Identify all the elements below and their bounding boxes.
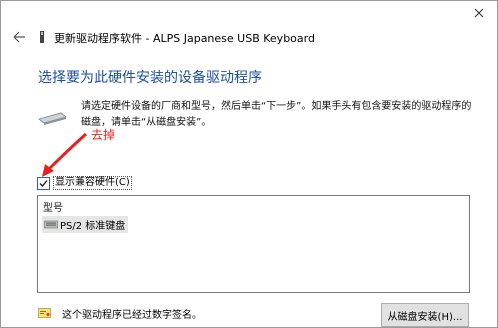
have-disk-button[interactable]: 从磁盘安装(H)... bbox=[381, 303, 469, 327]
close-button[interactable] bbox=[467, 4, 491, 22]
show-compatible-label: 显示兼容硬件(C) bbox=[53, 176, 132, 190]
annotation-text: 去掉 bbox=[91, 128, 116, 142]
keyboard-icon bbox=[38, 112, 67, 125]
device-icon bbox=[40, 31, 44, 43]
checkmark-icon bbox=[39, 179, 48, 187]
model-listbox[interactable]: 型号 PS/2 标准键盘 bbox=[37, 195, 470, 293]
signed-driver-icon bbox=[38, 308, 51, 318]
list-item[interactable]: PS/2 标准键盘 bbox=[42, 216, 129, 233]
keyboard-small-icon bbox=[44, 220, 58, 229]
window-title: 更新驱动程序软件 - ALPS Japanese USB Keyboard bbox=[54, 32, 315, 45]
back-button[interactable] bbox=[11, 29, 27, 45]
instruction-text: 请选定硬件设备的厂商和型号，然后单击“下一步”。如果手头有包含要安装的驱动程序的… bbox=[81, 101, 472, 128]
page-heading: 选择要为此硬件安装的设备驱动程序 bbox=[38, 70, 262, 86]
driver-update-dialog: 更新驱动程序软件 - ALPS Japanese USB Keyboard 选择… bbox=[0, 0, 498, 328]
list-item-label: PS/2 标准键盘 bbox=[60, 221, 126, 232]
signed-status-text: 这个驱动程序已经过数字签名。 bbox=[62, 310, 202, 321]
back-arrow-icon bbox=[13, 31, 25, 43]
close-icon bbox=[474, 8, 484, 18]
column-header-model: 型号 bbox=[43, 203, 63, 214]
checkbox-box[interactable] bbox=[37, 176, 50, 190]
show-compatible-checkbox[interactable]: 显示兼容硬件(C) bbox=[37, 176, 132, 190]
